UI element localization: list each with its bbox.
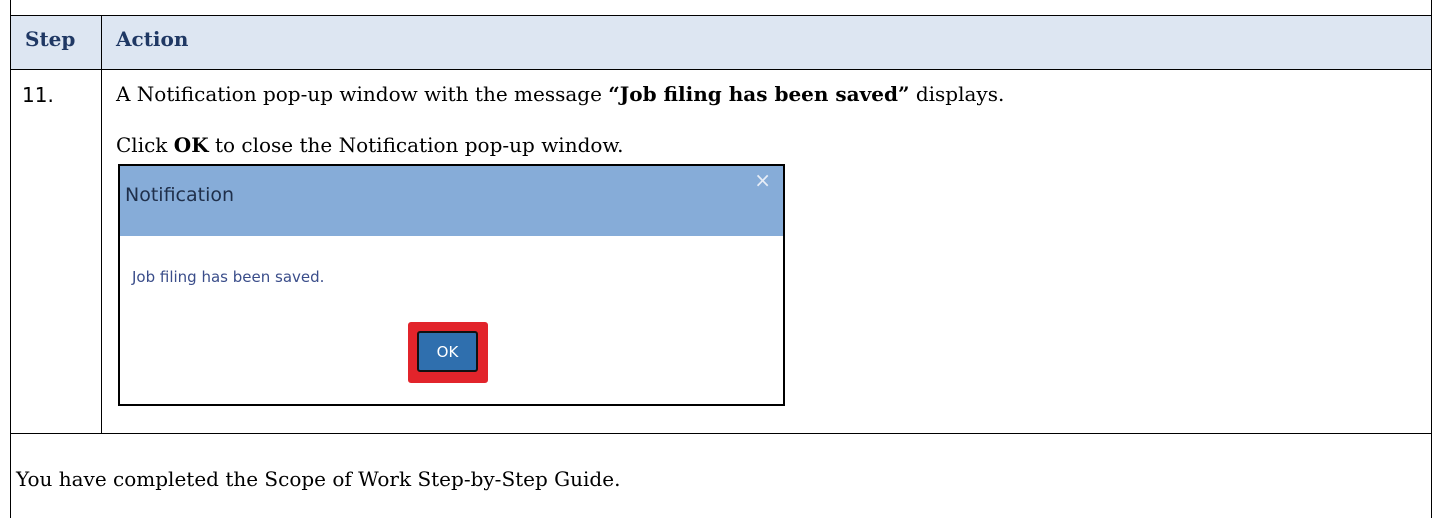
instruction-table: Step Action 11. A Notification pop-up wi… [10, 0, 1432, 518]
header-action: Action [116, 27, 189, 51]
row-divider [11, 433, 1431, 434]
ok-button[interactable]: OK [417, 331, 478, 372]
step-number: 11. [22, 83, 54, 107]
action-line-2: Click OK to close the Notification pop-u… [116, 133, 624, 157]
dialog-title: Notification [125, 184, 235, 206]
notification-dialog: Notification × Job filing has been saved… [118, 164, 785, 406]
action-line-2-bold: OK [173, 133, 209, 157]
table-header-row: Step Action [11, 15, 1431, 70]
action-line-2-prefix: Click [116, 133, 174, 157]
completion-message: You have completed the Scope of Work Ste… [16, 467, 621, 491]
column-divider [101, 15, 102, 434]
header-step: Step [25, 27, 76, 51]
action-line-2-suffix: to close the Notification pop-up window. [208, 133, 624, 157]
action-line-1-prefix: A Notification pop-up window with the me… [116, 82, 609, 106]
dialog-titlebar: Notification × [120, 166, 783, 236]
action-line-1: A Notification pop-up window with the me… [116, 82, 1004, 106]
close-icon[interactable]: × [754, 168, 771, 192]
action-line-1-suffix: displays. [909, 82, 1005, 106]
action-line-1-bold: “Job filing has been saved” [608, 82, 910, 106]
dialog-message: Job filing has been saved. [132, 268, 325, 286]
